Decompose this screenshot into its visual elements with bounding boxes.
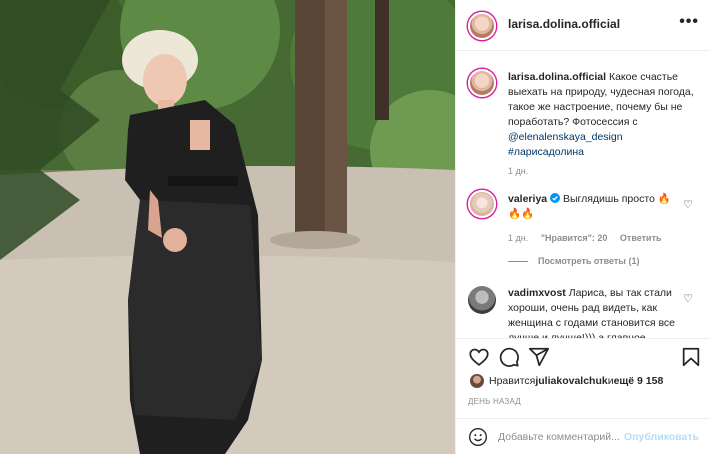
comment-reply-button[interactable]: Ответить xyxy=(620,233,662,243)
post-side-panel: larisa.dolina.official ••• larisa.dolina… xyxy=(455,0,710,454)
photo-scene xyxy=(0,0,455,454)
post-photo[interactable] xyxy=(0,0,455,454)
view-replies-button[interactable]: Посмотреть ответы (1) xyxy=(508,256,639,266)
comment-username[interactable]: valeriya xyxy=(508,193,547,205)
post-comment-button[interactable]: Опубликовать xyxy=(624,431,699,443)
likes-prefix: Нравится xyxy=(489,375,536,387)
caption-mention-link[interactable]: @elenalenskaya_design xyxy=(508,131,623,143)
more-horizontal-icon[interactable]: ••• xyxy=(679,12,699,32)
post-actions xyxy=(456,342,710,372)
caption-hashtag-link[interactable]: #ларисадолина xyxy=(508,146,584,158)
comment-avatar-valeriya[interactable] xyxy=(468,190,496,218)
emoji-icon[interactable] xyxy=(468,427,488,447)
caption-text: larisa.dolina.official Какое счастье вые… xyxy=(508,70,698,160)
liker-username[interactable]: juliakovalchuk xyxy=(535,375,607,387)
comment-text: valeriya Выглядишь просто 🔥🔥🔥 xyxy=(508,192,678,222)
bookmark-icon[interactable] xyxy=(680,346,702,368)
caption-username[interactable]: larisa.dolina.official xyxy=(508,71,606,83)
comment-meta: 1 дн. "Нравится": 20 Ответить xyxy=(508,233,672,243)
caption-time[interactable]: 1 дн. xyxy=(508,166,528,176)
likes-count[interactable]: ещё 9 158 xyxy=(614,375,664,387)
likes-summary[interactable]: Нравится juliakovalchuk и ещё 9 158 xyxy=(470,374,663,388)
comment-like-heart-icon[interactable]: ♡ xyxy=(683,292,693,305)
liker-avatar xyxy=(470,374,484,388)
comments-list[interactable]: larisa.dolina.official Какое счастье вые… xyxy=(456,52,710,338)
post-header: larisa.dolina.official ••• xyxy=(456,0,710,51)
comment-likes-count[interactable]: "Нравится": 20 xyxy=(541,233,608,243)
add-comment-bar: Опубликовать xyxy=(456,418,710,454)
comment-like-heart-icon[interactable]: ♡ xyxy=(683,198,693,211)
comment-input[interactable] xyxy=(498,427,628,447)
caption-meta: 1 дн. xyxy=(508,166,538,176)
caption-author-avatar[interactable] xyxy=(468,69,496,97)
post-time-ago[interactable]: ДЕНЬ НАЗАД xyxy=(468,397,521,406)
comment-text: vadimxvost Лариса, вы так стали хороши, … xyxy=(508,286,678,338)
author-username[interactable]: larisa.dolina.official xyxy=(508,17,620,31)
comment-time[interactable]: 1 дн. xyxy=(508,233,528,243)
view-replies-label: Посмотреть ответы (1) xyxy=(538,256,640,266)
author-avatar[interactable] xyxy=(468,12,496,40)
comment-avatar-vadimxvost[interactable] xyxy=(468,286,496,314)
replies-line xyxy=(508,260,528,262)
comment-icon[interactable] xyxy=(498,346,520,368)
actions-divider xyxy=(456,338,710,339)
heart-icon[interactable] xyxy=(468,346,490,368)
verified-badge-icon xyxy=(550,193,561,203)
comment-username[interactable]: vadimxvost xyxy=(508,287,566,299)
send-icon[interactable] xyxy=(528,346,550,368)
